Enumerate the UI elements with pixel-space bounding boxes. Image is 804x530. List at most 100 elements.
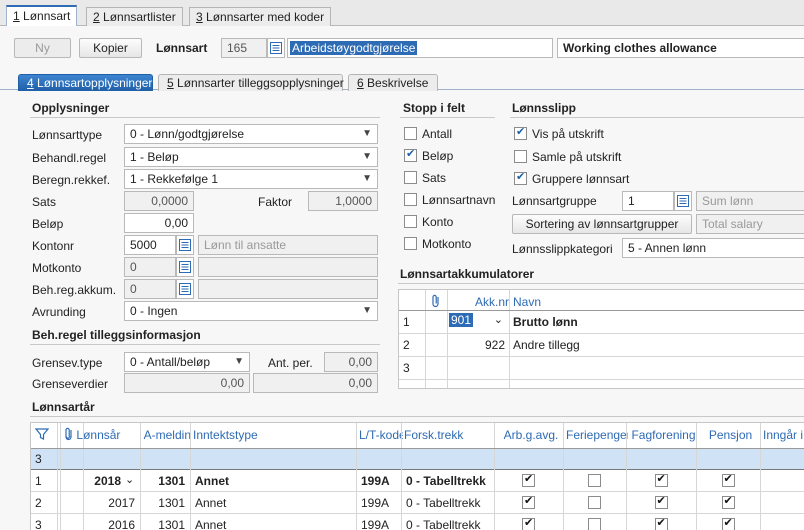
year-cell-3[interactable]: 199A [361, 518, 397, 530]
akknr-cell[interactable]: 922 [447, 338, 505, 352]
lonnsart-name-field[interactable]: Arbeidstøygodtgjørelse [287, 38, 553, 58]
col-header-7[interactable]: Fagforening [629, 428, 698, 442]
gruppere-lonnsart-checkbox[interactable] [514, 170, 527, 185]
tab-beskrivelse[interactable]: 6 Beskrivelse [348, 74, 438, 91]
akknr-select[interactable]: 901 ⌄ [449, 313, 507, 331]
tab-lonnsarter-med-koder[interactable]: 3 Lønnsarter med koder [189, 7, 332, 26]
lonnsart-number-field[interactable]: 165 [221, 38, 267, 58]
year-cell-1[interactable]: 1301 [145, 518, 185, 530]
chevron-down-icon: ▼ [362, 173, 372, 184]
year-checkbox-1[interactable] [588, 474, 601, 487]
column-divider [696, 423, 697, 530]
col-header-1[interactable]: A-meldin [143, 428, 191, 442]
behandl-select[interactable]: 1 - Beløp ▼ [124, 147, 378, 167]
year-cell-4[interactable]: 0 - Tabelltrekk [406, 474, 490, 488]
grenseverdier-field-2[interactable]: 0,00 [253, 373, 378, 393]
col-header-2[interactable]: Inntektstype [193, 428, 358, 442]
stopp-checkbox-5[interactable] [404, 237, 417, 250]
col-header-6[interactable]: Feriepenger [566, 428, 628, 442]
stopp-checkbox-2[interactable] [404, 171, 417, 184]
lonnsart-english-field[interactable]: Working clothes allowance [557, 38, 804, 58]
tab-lonnsartlister[interactable]: 2 Lønnsartlister [86, 7, 183, 26]
year-checkbox-3[interactable] [721, 472, 735, 487]
lonnsart-lookup-button[interactable] [267, 38, 285, 58]
samle-label: Samle på utskrift [532, 150, 622, 164]
lonnsartgruppe-field[interactable]: 1 [622, 191, 674, 211]
year-checkbox-3[interactable] [721, 516, 735, 530]
behreg-lookup-button[interactable] [176, 279, 194, 299]
sub-tab-bar: 4 Lønnsartopplysninger 5 Lønnsarter till… [0, 72, 804, 91]
stopp-checkbox-3[interactable] [404, 193, 417, 206]
col-akknr-header[interactable]: Akk.nr [475, 295, 509, 309]
tab-lonnsarter-tilleggsopplysninger[interactable]: 5 Lønnsarter tilleggsopplysninger [158, 74, 344, 91]
year-row-number: 2 [35, 496, 42, 510]
year-checkbox-2[interactable] [654, 472, 668, 487]
sats-field[interactable]: 0,0000 [124, 191, 194, 211]
sortering-lonnsartgrupper-button[interactable]: Sortering av lønnsartgrupper [512, 214, 692, 234]
antper-field[interactable]: 0,00 [324, 352, 378, 372]
total-salary-field: Total salary [696, 214, 804, 234]
column-divider [57, 423, 58, 530]
stopp-checkbox-0[interactable] [404, 127, 417, 140]
col-header-8[interactable]: Pensjon [699, 428, 762, 442]
motkonto-lookup-button[interactable] [176, 257, 194, 277]
tab-lonnsart[interactable]: 1 Lønnsart [6, 5, 78, 27]
tab-lonnsartopplysninger[interactable]: 4 Lønnsartopplysninger [18, 74, 153, 91]
year-checkbox-1[interactable] [588, 518, 601, 530]
lonnsarttype-select[interactable]: 0 - Lønn/godtgjørelse ▼ [124, 124, 378, 144]
column-divider [626, 423, 627, 530]
lonnsartgruppe-lookup-button[interactable] [674, 191, 692, 211]
filter-row[interactable] [31, 449, 804, 469]
faktor-field[interactable]: 1,0000 [308, 191, 378, 211]
col-header-9[interactable]: Inngår i g [763, 428, 804, 442]
col-header-0[interactable]: ⌄ Lønnsår [63, 428, 141, 442]
stopp-label: Konto [422, 215, 454, 229]
filter-icon[interactable] [34, 427, 50, 444]
year-checkbox-0[interactable] [522, 472, 535, 487]
year-cell-2[interactable]: Annet [195, 518, 352, 530]
year-checkbox-2[interactable] [654, 516, 668, 530]
year-checkbox-2[interactable] [654, 494, 668, 509]
year-checkbox-3[interactable] [721, 494, 735, 509]
year-cell-2[interactable]: Annet [195, 496, 352, 510]
grenseverdier-field-1[interactable]: 0,00 [124, 373, 250, 393]
col-header-5[interactable]: Arb.g.avg. [497, 428, 565, 442]
year-cell-0[interactable]: 2016 [65, 518, 135, 530]
motkonto-field[interactable]: 0 [124, 257, 176, 277]
year-cell-2[interactable]: Annet [195, 474, 352, 488]
year-cell-3[interactable]: 199A [361, 474, 397, 488]
akkumulatorer-title: Lønnsartakkumulatorer [400, 267, 535, 281]
akk-row-number: 1 [403, 315, 410, 329]
lonnsslippkategori-label: Lønnsslippkategori [512, 242, 613, 256]
grensev-select[interactable]: 0 - Antall/beløp ▼ [124, 352, 250, 372]
lonnsslippkategori-select[interactable]: 5 - Annen lønn [622, 238, 804, 258]
year-cell-0[interactable]: 2018 [65, 474, 121, 488]
beregn-select[interactable]: 1 - Rekkefølge 1 ▼ [124, 169, 378, 189]
year-checkbox-0[interactable] [522, 494, 535, 509]
kontonr-lookup-button[interactable] [176, 235, 194, 255]
stopp-checkbox-4[interactable] [404, 215, 417, 228]
chevron-down-icon: ⌄ [125, 474, 135, 486]
lonnsarttype-label: Lønnsarttype [32, 128, 103, 142]
avrunding-select[interactable]: 0 - Ingen ▼ [124, 301, 378, 321]
stopp-checkbox-1[interactable] [404, 147, 417, 162]
year-cell-3[interactable]: 199A [361, 496, 397, 510]
belop-field[interactable]: 0,00 [124, 213, 194, 233]
year-cell-4[interactable]: 0 - Tabelltrekk [406, 518, 490, 530]
year-checkbox-1[interactable] [588, 496, 601, 509]
year-cell-1[interactable]: 1301 [145, 496, 185, 510]
kontonr-field[interactable]: 5000 [124, 235, 176, 255]
samle-pa-utskrift-checkbox[interactable] [514, 150, 527, 163]
year-cell-0[interactable]: 2017 [65, 496, 135, 510]
year-checkbox-0[interactable] [522, 516, 535, 530]
copy-button[interactable]: Kopier [79, 38, 142, 58]
col-header-4[interactable]: Forsk.trekk [404, 428, 496, 442]
col-navn-header[interactable]: Navn [513, 295, 541, 309]
vis-pa-utskrift-checkbox[interactable] [514, 125, 527, 140]
behreg-field[interactable]: 0 [124, 279, 176, 299]
gruppere-label: Gruppere lønnsart [532, 172, 630, 186]
new-button[interactable]: Ny [14, 38, 71, 58]
year-cell-1[interactable]: 1301 [145, 474, 185, 488]
col-header-3[interactable]: L/T-kode [359, 428, 403, 442]
year-cell-4[interactable]: 0 - Tabelltrekk [406, 496, 490, 510]
